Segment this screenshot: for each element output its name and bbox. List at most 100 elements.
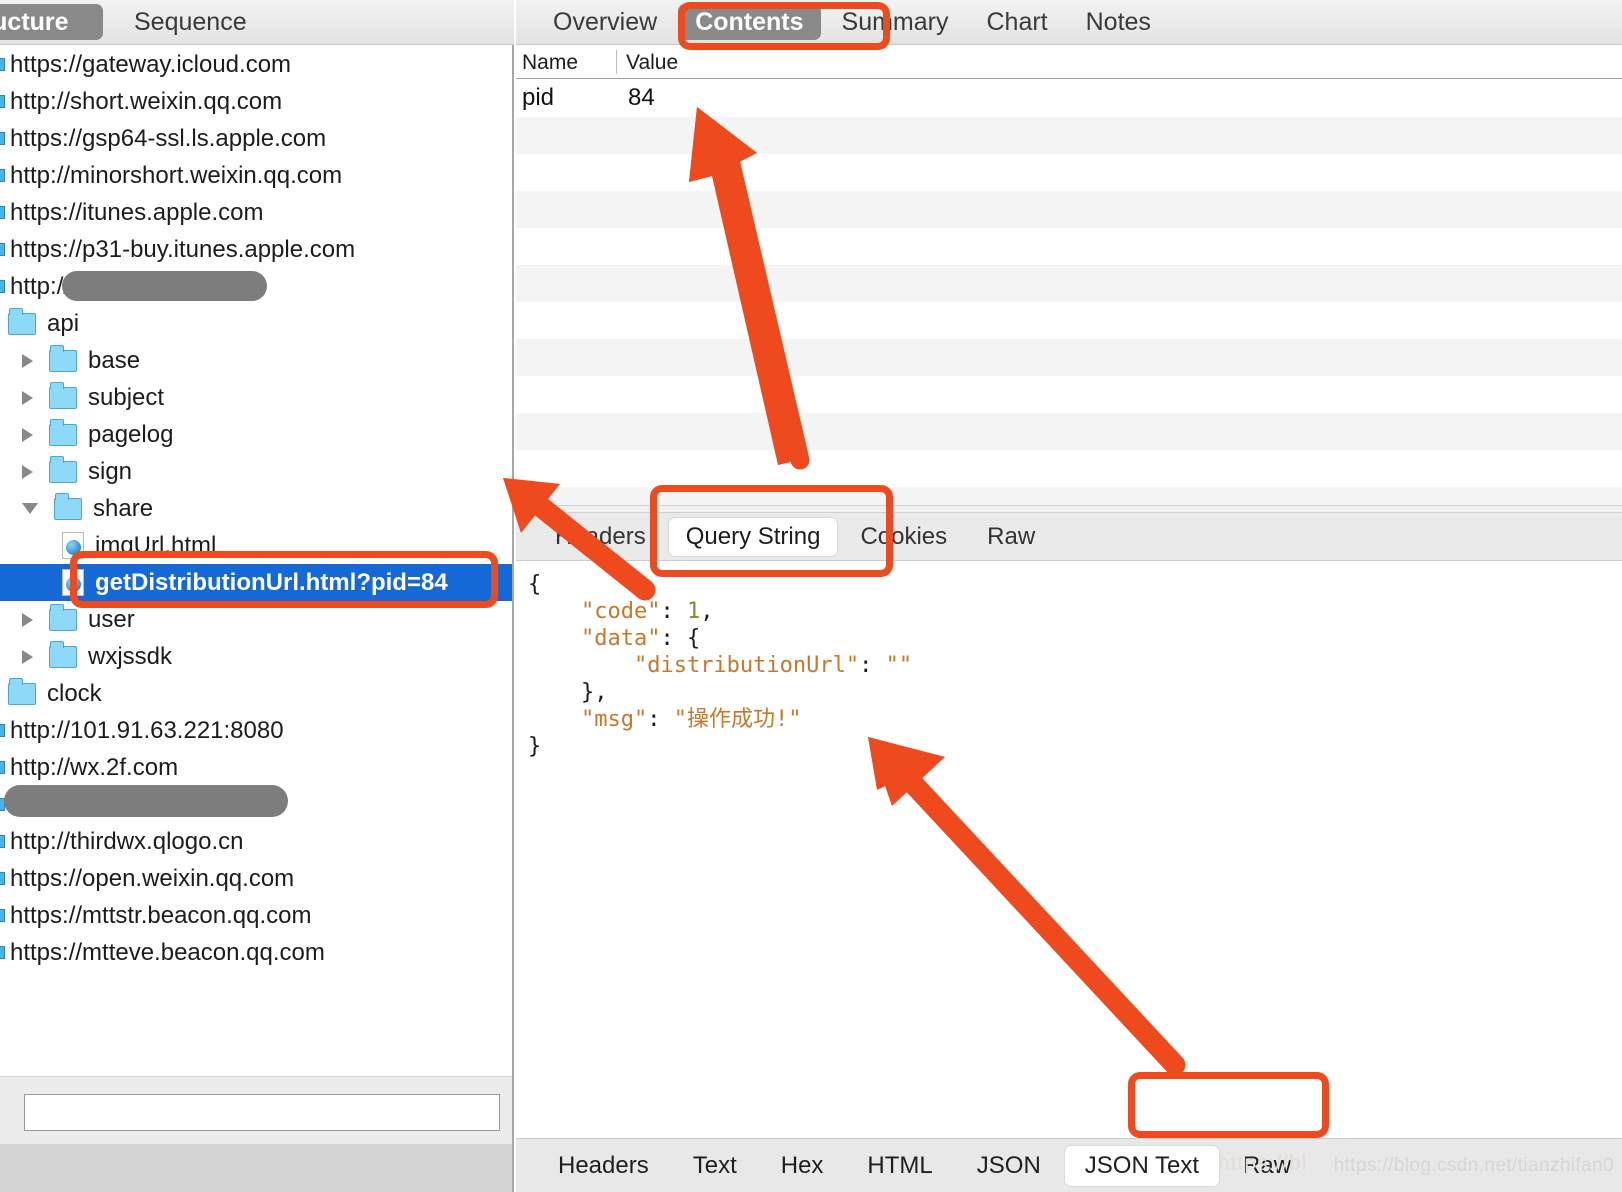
tab-json[interactable]: JSON: [957, 1146, 1061, 1186]
json-token: :: [859, 653, 886, 678]
tree-row-label: subject: [88, 383, 165, 411]
tab-html[interactable]: HTML: [847, 1146, 952, 1186]
chevron-right-icon[interactable]: [22, 649, 33, 664]
tab-label: Overview: [553, 7, 658, 36]
contents-table-header: Name Value: [516, 46, 1622, 79]
table-row-empty[interactable]: [516, 154, 1622, 191]
right-panel: Overview Contents Summary Chart Notes Name V…: [516, 0, 1622, 1192]
tree-row[interactable]: clock: [0, 675, 512, 712]
json-line: "code": 1,: [528, 598, 1622, 625]
tree-row-label: https://gateway.icloud.com: [10, 50, 292, 78]
tree-row[interactable]: pagelog: [0, 416, 512, 453]
tree-row[interactable]: api: [0, 305, 512, 342]
folder-icon: [49, 418, 77, 446]
tab-headers[interactable]: Headers: [538, 1146, 669, 1186]
json-token: :: [660, 599, 687, 624]
tab-structure[interactable]: ructure: [0, 4, 103, 40]
tree-row[interactable]: https://mttstr.beacon.qq.com: [0, 897, 512, 934]
tab-label: JSON Text: [1084, 1151, 1200, 1179]
chevron-right-icon[interactable]: [22, 612, 33, 627]
json-token: {: [686, 626, 701, 651]
tab-overview[interactable]: Overview: [536, 4, 674, 40]
chevron-right-icon[interactable]: [22, 464, 33, 479]
json-text-tab-highlight: [1128, 1072, 1329, 1138]
tree-row[interactable]: https://gateway.icloud.com: [0, 46, 512, 83]
host-icon: [0, 872, 5, 885]
tree-row[interactable]: sign: [0, 453, 512, 490]
table-row[interactable]: pid 84: [516, 80, 1622, 117]
tree-row-label: sign: [88, 457, 133, 485]
table-row-empty[interactable]: [516, 265, 1622, 302]
tree-row[interactable]: http://minorshort.weixin.qq.com: [0, 157, 512, 194]
tab-headers[interactable]: Headers: [538, 518, 663, 556]
chevron-right-icon[interactable]: [22, 427, 33, 442]
chevron-right-icon[interactable]: [22, 390, 33, 405]
tab-hex[interactable]: Hex: [761, 1146, 844, 1186]
json-token: :: [647, 707, 674, 732]
tree-row-label: https://p31-buy.itunes.apple.com: [10, 235, 356, 263]
table-row-empty[interactable]: [516, 117, 1622, 154]
tree-row-label: base: [88, 346, 141, 374]
host-icon: [0, 206, 5, 219]
tab-raw[interactable]: Raw: [970, 518, 1052, 556]
json-text-viewer[interactable]: { "code": 1, "data": { "distributionUrl"…: [516, 561, 1622, 1062]
tree-row-label: https://gsp64-ssl.ls.apple.com: [10, 124, 327, 152]
host-icon: [0, 243, 5, 256]
column-header-name: Name: [522, 51, 579, 74]
table-row-empty[interactable]: [516, 191, 1622, 228]
tree-row[interactable]: http://wx.2f.com: [0, 749, 512, 786]
table-row-empty[interactable]: [516, 302, 1622, 339]
tree-row[interactable]: base: [0, 342, 512, 379]
folder-icon: [49, 381, 77, 409]
host-icon: [0, 58, 5, 71]
tree-row[interactable]: https://mtteve.beacon.qq.com: [0, 934, 512, 971]
tab-raw[interactable]: Raw: [1223, 1146, 1311, 1186]
tab-label: Raw: [1243, 1151, 1292, 1179]
folder-icon: [49, 640, 77, 668]
tree-row[interactable]: wxjssdk: [0, 638, 512, 675]
json-token: 1: [686, 599, 701, 624]
column-separator[interactable]: [616, 50, 617, 74]
host-icon: [0, 909, 5, 922]
filter-input[interactable]: [24, 1094, 500, 1131]
tree-row[interactable]: http://101.91.63.221:8080: [0, 712, 512, 749]
json-token: ,: [700, 599, 714, 624]
tree-row[interactable]: http://short.weixin.qq.com: [0, 83, 512, 120]
tree-row[interactable]: https://p31-buy.itunes.apple.com: [0, 231, 512, 268]
folder-icon: [8, 677, 36, 705]
tab-notes[interactable]: Notes: [1069, 4, 1168, 40]
host-icon: [0, 169, 5, 182]
tab-sequence[interactable]: Sequence: [118, 4, 263, 40]
tree-row-label: https://itunes.apple.com: [10, 198, 264, 226]
tab-sequence-label: Sequence: [134, 7, 247, 36]
table-row-empty[interactable]: [516, 413, 1622, 450]
tab-chart[interactable]: Chart: [969, 4, 1064, 40]
table-row-empty[interactable]: [516, 339, 1622, 376]
tree-row[interactable]: subject: [0, 379, 512, 416]
chevron-right-icon[interactable]: [22, 353, 33, 368]
tab-json-text[interactable]: JSON Text: [1064, 1145, 1220, 1186]
request-tree[interactable]: https://gateway.icloud.com http://short.w…: [0, 46, 512, 1046]
query-string-tab-highlight: [650, 485, 893, 577]
tree-row[interactable]: https://gsp64-ssl.ls.apple.com: [0, 120, 512, 157]
tree-row-label: https://mtteve.beacon.qq.com: [10, 938, 325, 966]
contents-tab-highlight: [678, 2, 890, 50]
tab-text[interactable]: Text: [673, 1146, 757, 1186]
chevron-down-icon[interactable]: [22, 503, 38, 514]
json-token: "": [885, 653, 913, 678]
table-row-empty[interactable]: [516, 376, 1622, 413]
tree-row[interactable]: https://itunes.apple.com: [0, 194, 512, 231]
json-line: }: [528, 733, 1622, 760]
tree-row-label: http://minorshort.weixin.qq.com: [10, 161, 343, 189]
contents-table-body[interactable]: pid 84: [516, 80, 1622, 505]
json-line: "distributionUrl": "": [528, 652, 1622, 679]
table-row-empty[interactable]: [516, 228, 1622, 265]
tree-row[interactable]: https://open.weixin.qq.com: [0, 860, 512, 897]
tree-row[interactable]: http://thirdwx.qlogo.cn: [0, 823, 512, 860]
table-row-empty[interactable]: [516, 450, 1622, 487]
tree-row[interactable]: share: [0, 490, 512, 527]
tree-row-label: clock: [47, 679, 102, 707]
tab-label: Chart: [986, 7, 1048, 36]
